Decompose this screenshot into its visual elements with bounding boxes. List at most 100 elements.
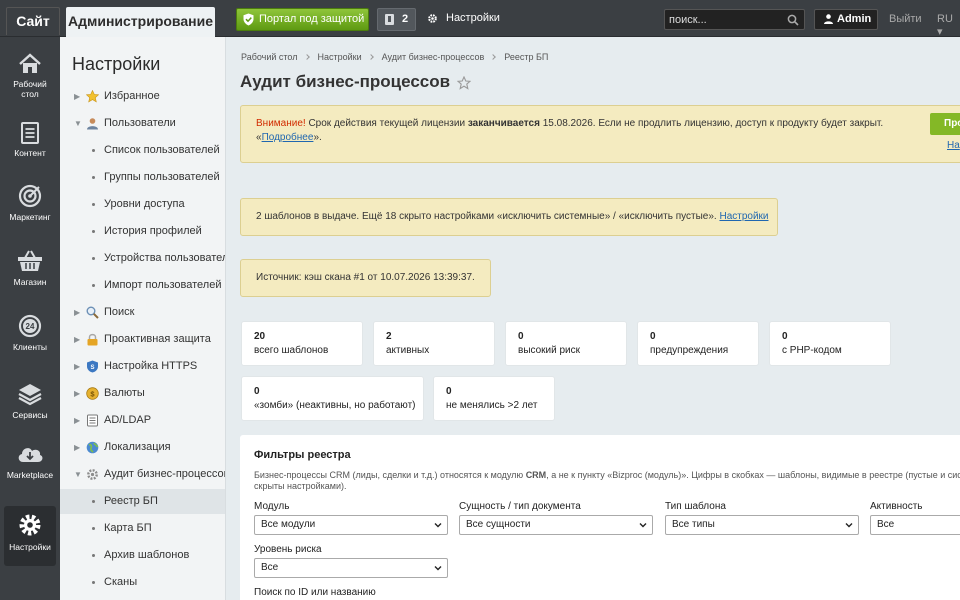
- menu-services[interactable]: Сервисы: [4, 382, 56, 442]
- sidebar-item-bp-registry[interactable]: Реестр БП: [60, 489, 225, 514]
- license-warning-text: Внимание! Срок действия текущей лицензии…: [256, 117, 906, 145]
- admin-tab[interactable]: Администрирование: [66, 7, 215, 37]
- sidebar-item-scans[interactable]: Сканы: [60, 570, 225, 595]
- activity-select[interactable]: Все: [870, 515, 960, 535]
- sidebar-item-profile-history[interactable]: История профилей: [60, 219, 225, 244]
- templates-notice: 2 шаблонов в выдаче. Ещё 18 скрыто настр…: [240, 198, 778, 236]
- more-details-link[interactable]: Подробнее: [262, 132, 314, 143]
- bullet-icon: [92, 500, 95, 503]
- user-menu-button[interactable]: Admin: [814, 9, 878, 30]
- logout-link[interactable]: Выйти: [889, 13, 922, 25]
- settings-label: Настройки: [446, 12, 500, 24]
- stat-active: 2 активных: [373, 321, 495, 366]
- renew-license-button[interactable]: Про: [930, 113, 960, 135]
- collapse-arrow-icon[interactable]: ▼: [74, 462, 82, 487]
- sidebar-item-label: Реестр БП: [104, 495, 158, 507]
- expand-arrow-icon[interactable]: ▶: [74, 435, 80, 460]
- left-menu: Рабочий стол Контент Маркетинг Магазин 2…: [0, 37, 60, 600]
- stat-label: всего шаблонов: [254, 345, 329, 356]
- collapse-arrow-icon[interactable]: ▼: [74, 111, 82, 136]
- menu-content[interactable]: Контент: [4, 122, 56, 182]
- templates-notice-body: 2 шаблонов в выдаче. Ещё 18 скрыто настр…: [256, 211, 720, 222]
- sidebar-item-localization[interactable]: ▶ Локализация: [60, 435, 225, 460]
- settings-sidebar: Настройки ▶ Избранное ▼ Пользователи Спи…: [60, 37, 226, 600]
- menu-clients-label: Клиенты: [12, 342, 48, 352]
- bullet-icon: [92, 149, 95, 152]
- sidebar-item-label: Настройка HTTPS: [104, 360, 198, 372]
- risk-level-select[interactable]: Все: [254, 558, 448, 578]
- template-type-select[interactable]: Все типы: [665, 515, 859, 535]
- license-secondary-link[interactable]: На: [947, 140, 960, 151]
- stat-value: 0: [650, 331, 656, 342]
- sidebar-title: Настройки: [72, 54, 161, 74]
- sidebar-item-user-list[interactable]: Список пользователей: [60, 138, 225, 163]
- sidebar-item-currencies[interactable]: ▶ $ Валюты: [60, 381, 225, 406]
- sidebar-item-ad-ldap[interactable]: ▶ AD/LDAP: [60, 408, 225, 433]
- portal-protected-button[interactable]: Портал под защитой: [236, 8, 369, 31]
- sidebar-item-label: Сканы: [104, 576, 138, 588]
- expand-arrow-icon[interactable]: ▶: [74, 354, 80, 379]
- bullet-icon: [92, 554, 95, 557]
- shield-check-icon: [243, 13, 254, 26]
- sidebar-item-user-groups[interactable]: Группы пользователей: [60, 165, 225, 190]
- menu-clients[interactable]: 24 Клиенты: [4, 314, 56, 374]
- breadcrumb-item[interactable]: Настройки: [318, 52, 362, 62]
- breadcrumb-item[interactable]: Реестр БП: [504, 52, 548, 62]
- expand-arrow-icon[interactable]: ▶: [74, 408, 80, 433]
- warning-text-part: 15.08.2026. Если не продлить лицензию, д…: [539, 118, 884, 129]
- sidebar-item-proactive-protection[interactable]: ▶ Проактивная защита: [60, 327, 225, 352]
- breadcrumb-item[interactable]: Аудит бизнес-процессов: [382, 52, 485, 62]
- star-icon: [86, 90, 99, 103]
- bullet-icon: [92, 203, 95, 206]
- menu-shop[interactable]: Магазин: [4, 249, 56, 309]
- sidebar-item-bp-audit[interactable]: ▼ Аудит бизнес-процессов: [60, 462, 225, 487]
- risk-level-select-value: Все: [261, 562, 279, 573]
- notifications-button[interactable]: 2: [377, 8, 416, 31]
- sidebar-item-access-levels[interactable]: Уровни доступа: [60, 192, 225, 217]
- sidebar-item-users[interactable]: ▼ Пользователи: [60, 111, 225, 136]
- user-name: Admin: [837, 13, 872, 25]
- template-type-select-value: Все типы: [672, 519, 715, 530]
- sidebar-item-bp-map[interactable]: Карта БП: [60, 516, 225, 541]
- stat-label: высокий риск: [518, 345, 581, 356]
- entity-select-value: Все сущности: [466, 519, 531, 530]
- favorite-star-icon[interactable]: [457, 76, 471, 90]
- sidebar-item-favorites[interactable]: ▶ Избранное: [60, 84, 225, 109]
- ldap-icon: [87, 414, 98, 427]
- sidebar-item-https[interactable]: ▶ S Настройка HTTPS: [60, 354, 225, 379]
- module-select[interactable]: Все модули: [254, 515, 448, 535]
- page-title: Аудит бизнес-процессов: [240, 72, 451, 91]
- menu-marketplace[interactable]: Marketplace: [4, 444, 56, 504]
- language-select[interactable]: RU ▾: [937, 13, 960, 38]
- notifications-count: 2: [402, 13, 409, 25]
- sidebar-item-label: AD/LDAP: [104, 414, 152, 426]
- menu-settings[interactable]: Настройки: [4, 506, 56, 566]
- site-tab[interactable]: Сайт: [6, 7, 60, 35]
- settings-link[interactable]: Настройки: [427, 12, 500, 24]
- language-label: RU: [937, 13, 953, 25]
- sidebar-item-template-archive[interactable]: Архив шаблонов: [60, 543, 225, 568]
- sidebar-item-user-devices[interactable]: Устройства пользователей: [60, 246, 225, 271]
- stat-label: предупреждения: [650, 345, 729, 356]
- stat-value: 0: [518, 331, 524, 342]
- sidebar-item-user-import[interactable]: Импорт пользователей: [60, 273, 225, 298]
- stat-unchanged: 0 не менялись >2 лет: [433, 376, 555, 421]
- document-icon: [21, 122, 39, 144]
- search-icon[interactable]: [787, 14, 799, 26]
- registry-filters: Фильтры реестра Бизнес-процессы CRM (лид…: [240, 435, 960, 600]
- stat-php-code: 0 с PHP-кодом: [769, 321, 891, 366]
- expand-arrow-icon[interactable]: ▶: [74, 300, 80, 325]
- expand-arrow-icon[interactable]: ▶: [74, 381, 80, 406]
- entity-select[interactable]: Все сущности: [459, 515, 653, 535]
- menu-desktop[interactable]: Рабочий стол: [4, 53, 56, 113]
- sidebar-item-label: Устройства пользователей: [104, 252, 225, 264]
- sidebar-item-label: Карта БП: [104, 522, 152, 534]
- menu-marketing[interactable]: Маркетинг: [4, 184, 56, 244]
- expand-arrow-icon[interactable]: ▶: [74, 327, 80, 352]
- expand-arrow-icon[interactable]: ▶: [74, 84, 80, 109]
- sidebar-item-search[interactable]: ▶ Поиск: [60, 300, 225, 325]
- stat-value: 0: [782, 331, 788, 342]
- templates-settings-link[interactable]: Настройки: [719, 211, 768, 222]
- breadcrumb-item[interactable]: Рабочий стол: [241, 52, 298, 62]
- search-input[interactable]: [669, 12, 779, 27]
